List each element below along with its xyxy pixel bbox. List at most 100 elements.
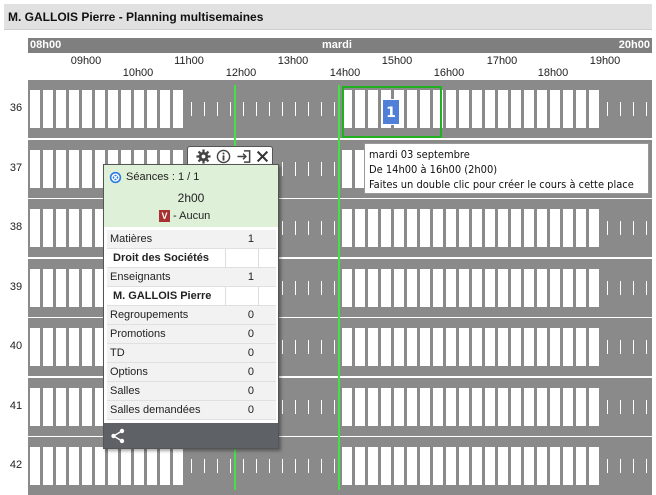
time-slot[interactable]: [407, 447, 417, 485]
time-slot[interactable]: [147, 447, 157, 485]
time-slot[interactable]: [550, 328, 560, 366]
time-slot[interactable]: [160, 90, 170, 128]
time-slot[interactable]: [82, 387, 92, 426]
time-slot[interactable]: [433, 447, 443, 485]
time-slot[interactable]: [433, 268, 443, 307]
time-slot[interactable]: [134, 90, 144, 128]
time-slot[interactable]: [485, 387, 495, 426]
time-slot[interactable]: [524, 268, 534, 307]
time-slot[interactable]: [134, 447, 144, 485]
time-slot[interactable]: [394, 387, 404, 426]
time-slot[interactable]: [381, 209, 391, 247]
time-slot[interactable]: [407, 328, 417, 366]
time-slot[interactable]: [368, 387, 378, 426]
time-slot[interactable]: [82, 447, 92, 485]
time-slot[interactable]: [550, 90, 560, 128]
time-slot[interactable]: [459, 268, 469, 307]
time-slot[interactable]: [381, 328, 391, 366]
time-slot[interactable]: [342, 268, 352, 307]
time-slot[interactable]: [342, 149, 352, 188]
time-slot[interactable]: [82, 268, 92, 307]
time-slot[interactable]: [30, 387, 40, 426]
time-slot[interactable]: [550, 387, 560, 426]
time-slot[interactable]: [82, 90, 92, 128]
time-slot[interactable]: [524, 90, 534, 128]
time-slot[interactable]: [459, 328, 469, 366]
time-slot[interactable]: [420, 447, 430, 485]
time-slot[interactable]: [511, 328, 521, 366]
time-slot[interactable]: [589, 447, 599, 485]
time-slot[interactable]: [355, 268, 365, 307]
time-slot[interactable]: [108, 90, 118, 128]
time-slot[interactable]: [498, 209, 508, 247]
time-slot[interactable]: [147, 90, 157, 128]
time-slot[interactable]: [82, 149, 92, 188]
time-slot[interactable]: [30, 149, 40, 188]
popup-count-row[interactable]: Enseignants 1: [107, 268, 276, 287]
time-slot[interactable]: [472, 328, 482, 366]
time-slot[interactable]: [459, 90, 469, 128]
time-slot[interactable]: [82, 328, 92, 366]
share-icon[interactable]: [110, 428, 126, 444]
time-slot[interactable]: [459, 209, 469, 247]
close-icon[interactable]: [256, 150, 269, 163]
time-slot[interactable]: [498, 387, 508, 426]
time-slot[interactable]: [459, 387, 469, 426]
time-slot[interactable]: [576, 90, 586, 128]
time-slot[interactable]: [160, 447, 170, 485]
time-slot[interactable]: [485, 447, 495, 485]
time-slot[interactable]: [446, 90, 456, 128]
time-slot[interactable]: [355, 447, 365, 485]
time-slot[interactable]: [472, 90, 482, 128]
time-slot[interactable]: [407, 268, 417, 307]
time-slot[interactable]: [524, 387, 534, 426]
time-slot[interactable]: [472, 447, 482, 485]
week-row[interactable]: [28, 80, 652, 138]
time-slot[interactable]: [121, 447, 131, 485]
time-slot[interactable]: [69, 328, 79, 366]
time-slot[interactable]: [433, 328, 443, 366]
time-slot[interactable]: [524, 209, 534, 247]
time-slot[interactable]: [511, 209, 521, 247]
time-slot[interactable]: [394, 268, 404, 307]
time-slot[interactable]: [368, 209, 378, 247]
popup-count-row[interactable]: Salles demandées 0: [107, 401, 276, 420]
info-icon[interactable]: [216, 149, 231, 164]
time-slot[interactable]: [368, 447, 378, 485]
time-slot[interactable]: [30, 328, 40, 366]
planning-grid[interactable]: 08h00 mardi 20h00 09h00 11h00 13h00 15h0…: [4, 30, 652, 495]
time-slot[interactable]: [420, 209, 430, 247]
popup-count-row[interactable]: Salles 0: [107, 382, 276, 401]
time-slot[interactable]: [394, 447, 404, 485]
time-slot[interactable]: [394, 209, 404, 247]
time-slot[interactable]: [342, 447, 352, 485]
time-slot[interactable]: [56, 447, 66, 485]
time-slot[interactable]: [355, 328, 365, 366]
time-slot[interactable]: [550, 447, 560, 485]
time-slot[interactable]: [550, 268, 560, 307]
time-slot[interactable]: [589, 90, 599, 128]
time-slot[interactable]: [56, 268, 66, 307]
time-slot[interactable]: [30, 90, 40, 128]
time-slot[interactable]: [394, 328, 404, 366]
time-slot[interactable]: [381, 447, 391, 485]
time-slot[interactable]: [498, 447, 508, 485]
time-slot[interactable]: [121, 90, 131, 128]
time-slot[interactable]: [485, 209, 495, 247]
time-slot[interactable]: [381, 387, 391, 426]
time-slot[interactable]: [563, 209, 573, 247]
time-slot[interactable]: [472, 209, 482, 247]
gear-icon[interactable]: [196, 149, 211, 164]
time-slot[interactable]: [69, 447, 79, 485]
time-slot[interactable]: [537, 447, 547, 485]
time-slot[interactable]: [576, 447, 586, 485]
time-slot[interactable]: [446, 209, 456, 247]
time-slot[interactable]: [355, 209, 365, 247]
time-slot[interactable]: [43, 268, 53, 307]
time-slot[interactable]: [472, 387, 482, 426]
time-slot[interactable]: [407, 387, 417, 426]
time-slot[interactable]: [56, 328, 66, 366]
time-slot[interactable]: [485, 90, 495, 128]
time-slot[interactable]: [576, 387, 586, 426]
time-slot[interactable]: [498, 328, 508, 366]
